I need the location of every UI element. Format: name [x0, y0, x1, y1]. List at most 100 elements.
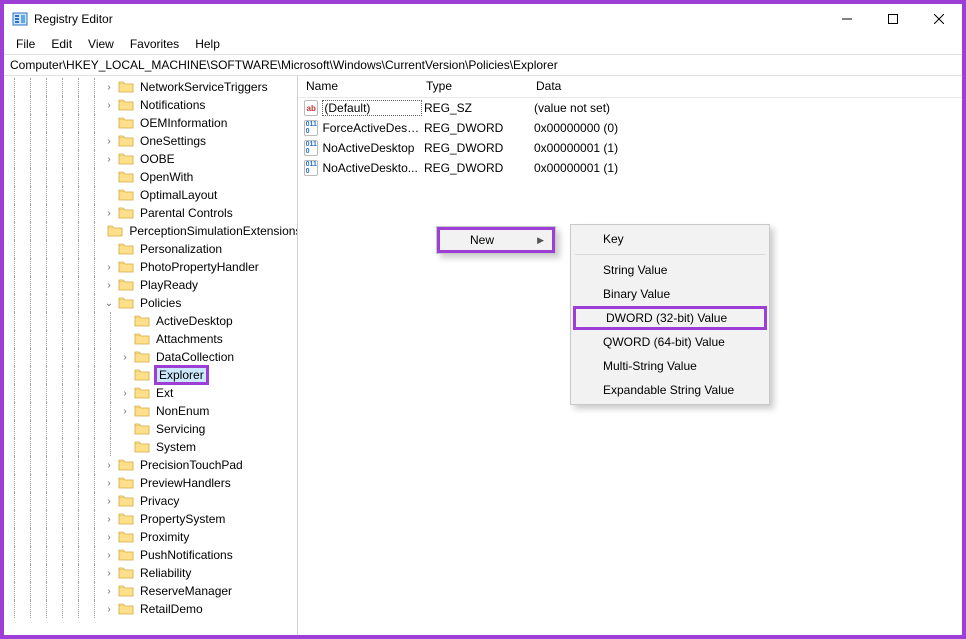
expand-icon[interactable]: › [102, 278, 116, 292]
expand-icon[interactable]: › [102, 530, 116, 544]
folder-icon [118, 458, 134, 472]
folder-icon [118, 80, 134, 94]
menu-file[interactable]: File [8, 35, 43, 53]
address-bar[interactable]: Computer\HKEY_LOCAL_MACHINE\SOFTWARE\Mic… [4, 54, 962, 76]
column-type[interactable]: Type [418, 76, 528, 97]
expand-icon[interactable]: › [102, 494, 116, 508]
folder-icon [118, 152, 134, 166]
expand-icon[interactable]: › [118, 386, 132, 400]
tree-item[interactable]: ›NonEnum [6, 402, 297, 420]
tree-item-label: PushNotifications [138, 548, 235, 562]
tree-item[interactable]: ›OEMInformation [6, 114, 297, 132]
tree-item[interactable]: ›Proximity [6, 528, 297, 546]
tree-item[interactable]: › PlayReady [6, 276, 297, 294]
tree-item[interactable]: ›PerceptionSimulationExtensions [6, 222, 297, 240]
value-row[interactable]: 0110ForceActiveDesk...REG_DWORD0x0000000… [298, 118, 962, 138]
tree-item-label: PrecisionTouchPad [138, 458, 245, 472]
tree-item-label: OneSettings [138, 134, 208, 148]
tree-item[interactable]: ⌄Policies [6, 294, 297, 312]
context-new[interactable]: New ▶ [437, 227, 555, 253]
value-name: (Default) [322, 100, 422, 116]
binary-value-icon: 0110 [304, 120, 318, 136]
menu-help[interactable]: Help [187, 35, 228, 53]
column-name[interactable]: Name [298, 76, 418, 97]
expand-icon[interactable]: › [102, 206, 116, 220]
expand-icon[interactable]: › [118, 404, 132, 418]
tree-item[interactable]: ›Personalization [6, 240, 297, 258]
expand-icon[interactable]: › [102, 80, 116, 94]
context-item[interactable]: String Value [573, 258, 767, 282]
tree-item[interactable]: ›Attachments [6, 330, 297, 348]
expand-icon[interactable]: › [102, 584, 116, 598]
value-type: REG_DWORD [422, 141, 532, 155]
values-list: ab(Default)REG_SZ(value not set)0110Forc… [298, 98, 962, 178]
maximize-button[interactable] [870, 4, 916, 34]
tree-item[interactable]: ›Explorer [6, 366, 297, 384]
expand-icon[interactable]: › [102, 512, 116, 526]
context-item[interactable]: DWORD (32-bit) Value [573, 306, 767, 330]
expand-icon[interactable]: › [102, 548, 116, 562]
expand-icon[interactable]: › [102, 134, 116, 148]
tree-item[interactable]: ›PhotoPropertyHandler [6, 258, 297, 276]
tree-item[interactable]: ›Parental Controls [6, 204, 297, 222]
menu-edit[interactable]: Edit [43, 35, 80, 53]
tree-item[interactable]: ›Notifications [6, 96, 297, 114]
folder-icon [118, 206, 134, 220]
expand-icon[interactable]: › [102, 566, 116, 580]
tree-item[interactable]: ›OpenWith [6, 168, 297, 186]
tree-item-label: PerceptionSimulationExtensions [127, 224, 298, 238]
tree-item[interactable]: › PrecisionTouchPad [6, 456, 297, 474]
folder-icon [134, 314, 150, 328]
expand-icon[interactable]: › [102, 476, 116, 490]
minimize-button[interactable] [824, 4, 870, 34]
tree-item[interactable]: ›RetailDemo [6, 600, 297, 618]
context-item[interactable]: Multi-String Value [573, 354, 767, 378]
tree-item[interactable]: ›NetworkServiceTriggers [6, 78, 297, 96]
folder-icon [118, 512, 134, 526]
tree-item-label: Servicing [154, 422, 207, 436]
expand-icon[interactable]: › [118, 350, 132, 364]
column-data[interactable]: Data [528, 76, 962, 97]
tree-item[interactable]: ›Servicing [6, 420, 297, 438]
tree-item[interactable]: ›OptimalLayout [6, 186, 297, 204]
expand-icon[interactable]: › [102, 260, 116, 274]
tree-item[interactable]: › OneSettings [6, 132, 297, 150]
context-item[interactable]: QWORD (64-bit) Value [573, 330, 767, 354]
values-pane[interactable]: Name Type Data ab(Default)REG_SZ(value n… [298, 76, 962, 635]
expand-icon[interactable]: › [102, 458, 116, 472]
tree-item-label: PropertySystem [138, 512, 227, 526]
tree-item[interactable]: ›PreviewHandlers [6, 474, 297, 492]
tree-item[interactable]: ›Privacy [6, 492, 297, 510]
value-row[interactable]: ab(Default)REG_SZ(value not set) [298, 98, 962, 118]
expand-icon[interactable]: › [102, 98, 116, 112]
context-item[interactable]: Key [573, 227, 767, 251]
context-item[interactable]: Expandable String Value [573, 378, 767, 402]
tree-item[interactable]: ›System [6, 438, 297, 456]
tree-item[interactable]: ›ActiveDesktop [6, 312, 297, 330]
menu-favorites[interactable]: Favorites [122, 35, 187, 53]
context-item[interactable]: Binary Value [573, 282, 767, 306]
value-row[interactable]: 0110NoActiveDeskto...REG_DWORD0x00000001… [298, 158, 962, 178]
tree-item[interactable]: › PropertySystem [6, 510, 297, 528]
tree-item-label: PlayReady [138, 278, 200, 292]
tree-item[interactable]: ›DataCollection [6, 348, 297, 366]
tree-item[interactable]: › ReserveManager [6, 582, 297, 600]
expand-icon[interactable]: › [102, 602, 116, 616]
folder-icon [134, 386, 150, 400]
tree-pane[interactable]: ›NetworkServiceTriggers›Notifications›OE… [4, 76, 298, 635]
expand-icon[interactable]: › [102, 152, 116, 166]
tree-item-label: ReserveManager [138, 584, 234, 598]
close-button[interactable] [916, 4, 962, 34]
tree-item-label: OOBE [138, 152, 177, 166]
tree-item[interactable]: ›Reliability [6, 564, 297, 582]
value-name: NoActiveDeskto... [322, 161, 422, 175]
value-row[interactable]: 0110NoActiveDesktopREG_DWORD0x00000001 (… [298, 138, 962, 158]
binary-value-icon: 0110 [304, 160, 318, 176]
tree-item[interactable]: › PushNotifications [6, 546, 297, 564]
tree-item[interactable]: › OOBE [6, 150, 297, 168]
folder-icon [134, 404, 150, 418]
collapse-icon[interactable]: ⌄ [102, 296, 116, 310]
context-item-label: QWORD (64-bit) Value [603, 335, 725, 349]
menu-view[interactable]: View [80, 35, 122, 53]
tree-item[interactable]: ›Ext [6, 384, 297, 402]
